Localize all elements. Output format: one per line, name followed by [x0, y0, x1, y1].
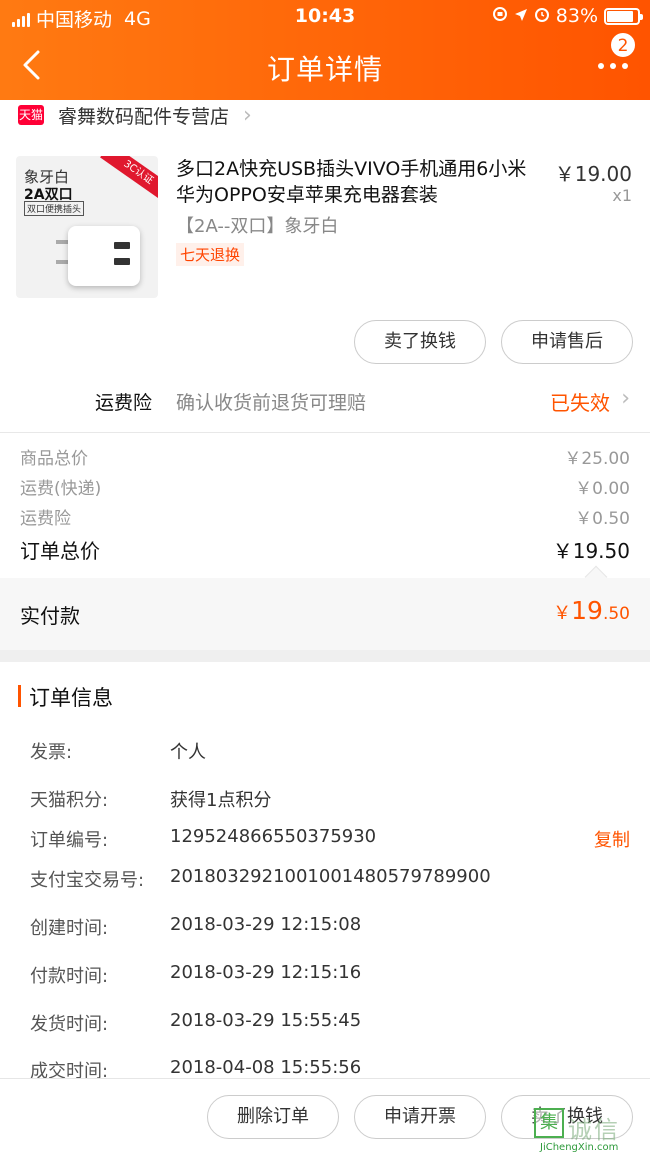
price-value: ￥19.50 — [552, 539, 630, 563]
rotation-lock-icon — [492, 5, 508, 27]
info-key: 创建时间: — [30, 918, 109, 939]
paid-label: 实付款 — [20, 604, 80, 628]
info-row-shipped: 发货时间: 2018-03-29 15:55:45 — [0, 1010, 650, 1042]
info-value: 获得1点积分 — [170, 790, 272, 811]
request-invoice-button[interactable]: 申请开票 — [354, 1095, 486, 1139]
page-title: 订单详情 — [266, 53, 383, 86]
alarm-icon — [534, 5, 550, 27]
copy-button[interactable]: 复制 — [594, 826, 630, 852]
price-label: 运费(快递) — [20, 479, 102, 499]
paid-decimal: .50 — [602, 604, 630, 624]
paid-integer: 19 — [571, 596, 603, 625]
insurance-status: 已失效 — [550, 391, 610, 415]
info-value: 2018-03-29 15:55:45 — [170, 1010, 362, 1031]
paid-amount-row: 实付款 ￥19.50 — [0, 565, 650, 650]
usb-port — [114, 242, 130, 249]
info-key: 天猫积分: — [30, 790, 109, 811]
product-price: ￥19.00 — [554, 162, 632, 186]
delete-order-button[interactable]: 删除订单 — [207, 1095, 339, 1139]
shipping-insurance-row[interactable]: 运费险 确认收货前退货可理赔 已失效 › — [0, 378, 650, 424]
price-value: ￥0.00 — [575, 479, 630, 499]
info-key: 付款时间: — [30, 966, 109, 987]
product-item[interactable]: 象牙白 2A双口 双口便携插头 3C认证 多口2A快充USB插头VIVO手机通用… — [0, 150, 650, 310]
info-row-order-number: 订单编号: 129524866550375930 复制 — [0, 826, 650, 858]
price-label: 运费险 — [20, 509, 71, 529]
battery-percent: 83% — [555, 5, 598, 27]
info-key: 发货时间: — [30, 1014, 109, 1035]
product-image[interactable]: 象牙白 2A双口 双口便携插头 3C认证 — [16, 156, 158, 298]
charger-illustration — [68, 226, 140, 286]
price-label: 商品总价 — [20, 449, 88, 469]
app-header: 中国移动 4G 10:43 83% 订单详情 2 — [0, 0, 650, 100]
info-key: 发票: — [30, 742, 73, 763]
store-row[interactable]: 天猫 睿舞数码配件专营店 › — [0, 100, 650, 130]
store-name: 睿舞数码配件专营店 — [58, 105, 230, 128]
more-dot-icon — [610, 63, 616, 69]
certification-ribbon: 3C认证 — [100, 156, 158, 204]
chevron-right-icon: › — [243, 102, 252, 128]
price-row-shipping: 运费(快递) ￥0.00 — [0, 472, 650, 502]
info-row-invoice: 发票: 个人 — [0, 738, 650, 770]
more-button[interactable] — [598, 56, 632, 76]
info-key: 订单编号: — [30, 830, 109, 851]
currency-symbol: ￥ — [553, 603, 572, 624]
message-badge: 2 — [610, 32, 636, 58]
price-label: 订单总价 — [20, 539, 100, 563]
info-row-created: 创建时间: 2018-03-29 12:15:08 — [0, 914, 650, 946]
product-image-caption: 双口便携插头 — [24, 201, 85, 216]
product-quantity: x1 — [612, 186, 632, 205]
chevron-right-icon: › — [621, 386, 630, 411]
sell-button[interactable]: 卖了换钱 — [354, 320, 486, 364]
order-info-title: 订单信息 — [29, 686, 113, 710]
info-key: 支付宝交易号: — [30, 870, 145, 891]
section-accent-bar — [18, 685, 21, 707]
status-bar: 中国移动 4G 10:43 83% — [0, 0, 650, 34]
watermark-logo-icon: 集 — [534, 1108, 564, 1138]
watermark: 集 诚信 — [534, 1108, 634, 1144]
price-value: ￥0.50 — [575, 509, 630, 529]
price-value: ￥25.00 — [564, 449, 630, 469]
watermark-url: JiChengXin.com — [540, 1142, 619, 1153]
price-row-insurance: 运费险 ￥0.50 — [0, 502, 650, 532]
info-row-points: 天猫积分: 获得1点积分 — [0, 786, 650, 818]
divider — [0, 432, 650, 433]
more-dot-icon — [622, 63, 628, 69]
tmall-logo-icon: 天猫 — [18, 105, 44, 125]
info-value: 2018-03-29 12:15:16 — [170, 962, 362, 983]
info-value: 129524866550375930 — [170, 826, 377, 847]
insurance-description: 确认收货前退货可理赔 — [176, 392, 367, 414]
product-sku: 【2A--双口】象牙白 — [176, 216, 339, 237]
paid-amount: ￥19.50 — [553, 596, 630, 625]
battery-icon — [604, 7, 643, 25]
product-title: 多口2A快充USB插头VIVO手机通用6小米华为OPPO安卓苹果充电器套装 — [176, 158, 527, 206]
insurance-label: 运费险 — [95, 392, 153, 414]
info-row-paid: 付款时间: 2018-03-29 12:15:16 — [0, 962, 650, 994]
usb-port — [114, 258, 130, 265]
price-row-total: 订单总价 ￥19.50 — [0, 533, 650, 563]
price-row-subtotal: 商品总价 ￥25.00 — [0, 442, 650, 472]
after-sale-button[interactable]: 申请售后 — [501, 320, 633, 364]
info-value: 2018-03-29 12:15:08 — [170, 914, 362, 935]
more-dot-icon — [598, 63, 604, 69]
return-policy-tag: 七天退换 — [176, 243, 245, 266]
watermark-text: 诚信 — [568, 1116, 620, 1144]
info-value: 个人 — [170, 742, 206, 763]
info-row-alipay-number: 支付宝交易号: 2018032921001001480579789900 — [0, 866, 650, 898]
pointer-caret — [584, 565, 608, 589]
section-gap — [0, 650, 650, 662]
info-value: 2018-04-08 15:55:56 — [170, 1057, 362, 1078]
status-right: 83% — [492, 5, 643, 27]
info-value: 2018032921001001480579789900 — [170, 866, 491, 887]
location-icon — [514, 5, 528, 27]
